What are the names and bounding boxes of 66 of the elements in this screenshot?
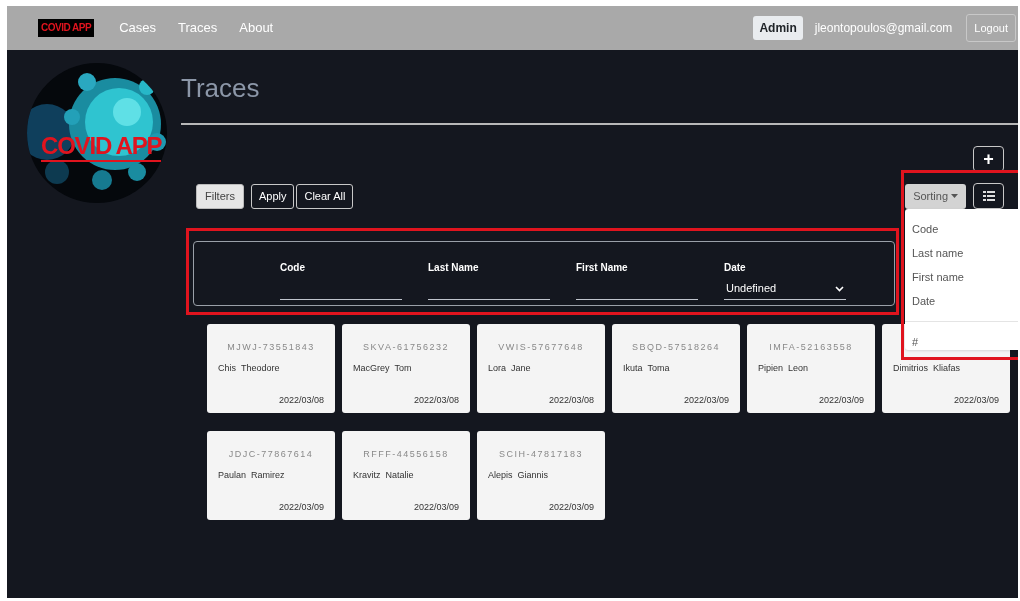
trace-date: 2022/03/09 xyxy=(548,500,594,514)
trace-code: VWIS-57677648 xyxy=(497,341,585,353)
trace-code: RFFF-44556158 xyxy=(362,448,450,460)
logo-text: COVID APP xyxy=(41,134,162,162)
first-name: Natalie xyxy=(385,469,414,482)
sorting-dropdown-button[interactable]: Sorting xyxy=(905,183,966,209)
user-email: jleontopoulos@gmail.com xyxy=(814,20,953,37)
first-name: Ramirez xyxy=(251,469,285,482)
filter-label: First Name xyxy=(576,261,629,274)
first-name: Leon xyxy=(788,362,809,375)
trace-date: 2022/03/09 xyxy=(278,500,324,514)
trace-card[interactable]: SBQD-57518264 Ikuta Toma 2022/03/09 xyxy=(612,324,740,413)
trace-card[interactable]: JDJC-77867614 Paulan Ramirez 2022/03/09 xyxy=(207,431,335,520)
sort-option[interactable]: Code xyxy=(905,217,1018,241)
trace-card[interactable]: MJWJ-73551843 Chis Theodore 2022/03/08 xyxy=(207,324,335,413)
role-badge: Admin xyxy=(753,16,803,40)
last-name: Ikuta xyxy=(623,362,643,375)
filter-label: Last Name xyxy=(428,261,480,274)
last-name: Paulan xyxy=(218,469,247,482)
filter-toolbar-button[interactable]: Apply xyxy=(250,183,295,209)
last-name: Lora xyxy=(488,362,506,375)
sort-option[interactable]: First name xyxy=(905,265,1018,289)
navbar-logo[interactable]: COVID APP xyxy=(38,19,95,37)
select-value: Undefined xyxy=(726,281,777,297)
filter-label: Date xyxy=(724,261,747,274)
trace-card[interactable]: VWIS-57677648 Lora Jane 2022/03/08 xyxy=(477,324,605,413)
last-name: MacGrey xyxy=(353,362,390,375)
trace-date: 2022/03/09 xyxy=(683,393,729,407)
first-name: Theodore xyxy=(241,362,280,375)
last-name: Chis xyxy=(218,362,236,375)
caret-icon xyxy=(951,194,958,198)
last-name: Pipien xyxy=(758,362,784,375)
last-name: Dimitrios xyxy=(893,362,928,375)
list-icon xyxy=(982,191,995,201)
filter-toolbar-button[interactable]: Filters xyxy=(196,183,244,209)
trace-date: 2022/03/08 xyxy=(548,393,594,407)
page-title: Traces xyxy=(181,72,261,104)
filter-toolbar-button[interactable]: Clear All xyxy=(296,183,354,209)
first-name: Jane xyxy=(511,362,531,375)
filter-label: Code xyxy=(280,261,306,274)
sorting-label: Sorting xyxy=(913,188,948,204)
first-name: Giannis xyxy=(517,469,549,482)
trace-date: 2022/03/08 xyxy=(413,393,459,407)
first-name: Tom xyxy=(394,362,412,375)
trace-card[interactable]: IMFA-52163558 Pipien Leon 2022/03/09 xyxy=(747,324,875,413)
trace-code: JDJC-77867614 xyxy=(227,448,315,460)
trace-date: 2022/03/09 xyxy=(818,393,864,407)
sort-option[interactable]: Date xyxy=(905,289,1018,313)
last-name: Kravitz xyxy=(353,469,381,482)
trace-date: 2022/03/08 xyxy=(278,393,324,407)
trace-card[interactable]: SCIH-47817183 Alepis Giannis 2022/03/09 xyxy=(477,431,605,520)
trace-card[interactable]: SKVA-61756232 MacGrey Tom 2022/03/08 xyxy=(342,324,470,413)
trace-code: SBQD-57518264 xyxy=(630,341,721,353)
trace-code: SCIH-47817183 xyxy=(497,448,584,460)
sort-option[interactable]: Last name xyxy=(905,241,1018,265)
chevron-down-icon xyxy=(835,285,844,292)
first-name: Kliafas xyxy=(933,362,960,375)
first-name: Toma xyxy=(647,362,670,375)
date-select[interactable]: Undefined xyxy=(724,278,846,300)
last-name: Alepis xyxy=(488,469,513,482)
trace-code: MJWJ-73551843 xyxy=(226,341,316,353)
trace-date: 2022/03/09 xyxy=(413,500,459,514)
trace-code: SKVA-61756232 xyxy=(362,341,450,353)
trace-date: 2022/03/09 xyxy=(953,393,999,407)
trace-code: IMFA-52163558 xyxy=(768,341,854,353)
trace-card[interactable]: RFFF-44556158 Kravitz Natalie 2022/03/09 xyxy=(342,431,470,520)
